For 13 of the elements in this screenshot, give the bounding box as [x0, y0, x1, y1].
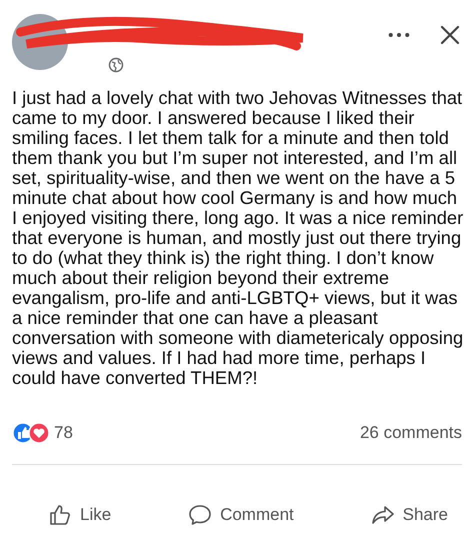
- comment-button[interactable]: Comment: [186, 499, 296, 531]
- like-button[interactable]: Like: [46, 499, 114, 531]
- share-arrow-icon: [370, 503, 395, 527]
- more-icon[interactable]: [388, 32, 410, 38]
- share-button[interactable]: Share: [368, 499, 450, 531]
- post-text: I just had a lovely chat with two Jehovas Witnesses that came to my door. I answered because I liked their smiling faces. I let them talk for a minute and then told them thank you but I’m super not interested, and I’m all set, spirituality-wise, and then we went on the have a 5 minute chat about how cool Germany is and how much I enjoyed visiting there, long ago. It was a nice reminder that everyone is human, and mostly just out there trying to do (what they think is) the right thing. I don’t know much about their religion beyond their extreme evangalism, pro-life and anti-LGBTQ+ views, but it was a nice reminder that one can have a pleasant conversation with someone with diametericaly opposing views and values. If I had had more time, perhaps I could have converted THEM?!: [11, 88, 464, 388]
- speech-bubble-icon: [188, 503, 212, 527]
- comment-count[interactable]: 26 comments: [360, 423, 462, 443]
- thumbs-up-icon: [48, 503, 72, 527]
- reaction-icons[interactable]: [12, 422, 50, 444]
- close-icon[interactable]: [440, 25, 460, 45]
- globe-icon: [108, 57, 124, 73]
- reaction-count[interactable]: 78: [54, 423, 73, 443]
